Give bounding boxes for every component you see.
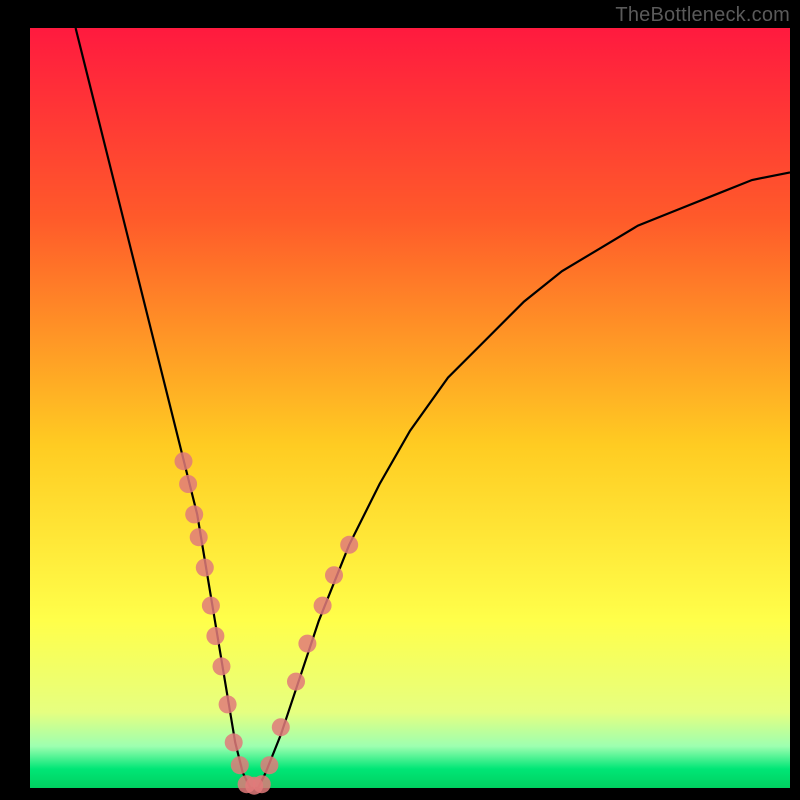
marker-right-arm-markers: [314, 597, 332, 615]
marker-right-arm-markers: [272, 718, 290, 736]
marker-right-arm-markers: [340, 536, 358, 554]
marker-left-arm-markers: [206, 627, 224, 645]
marker-left-arm-markers: [190, 528, 208, 546]
marker-right-arm-markers: [298, 635, 316, 653]
marker-left-arm-markers: [213, 657, 231, 675]
plot-background: [30, 28, 790, 788]
marker-right-arm-markers: [325, 566, 343, 584]
marker-left-arm-markers: [196, 559, 214, 577]
marker-left-arm-markers: [185, 505, 203, 523]
marker-right-arm-markers: [287, 673, 305, 691]
marker-left-arm-markers: [179, 475, 197, 493]
marker-left-arm-markers: [225, 733, 243, 751]
marker-left-arm-markers: [175, 452, 193, 470]
marker-left-arm-markers: [219, 695, 237, 713]
watermark-text: TheBottleneck.com: [615, 4, 790, 27]
marker-left-arm-markers: [202, 597, 220, 615]
marker-right-arm-markers: [260, 756, 278, 774]
marker-bottom-markers: [253, 775, 271, 793]
bottleneck-chart: [0, 0, 800, 800]
marker-left-arm-markers: [231, 756, 249, 774]
